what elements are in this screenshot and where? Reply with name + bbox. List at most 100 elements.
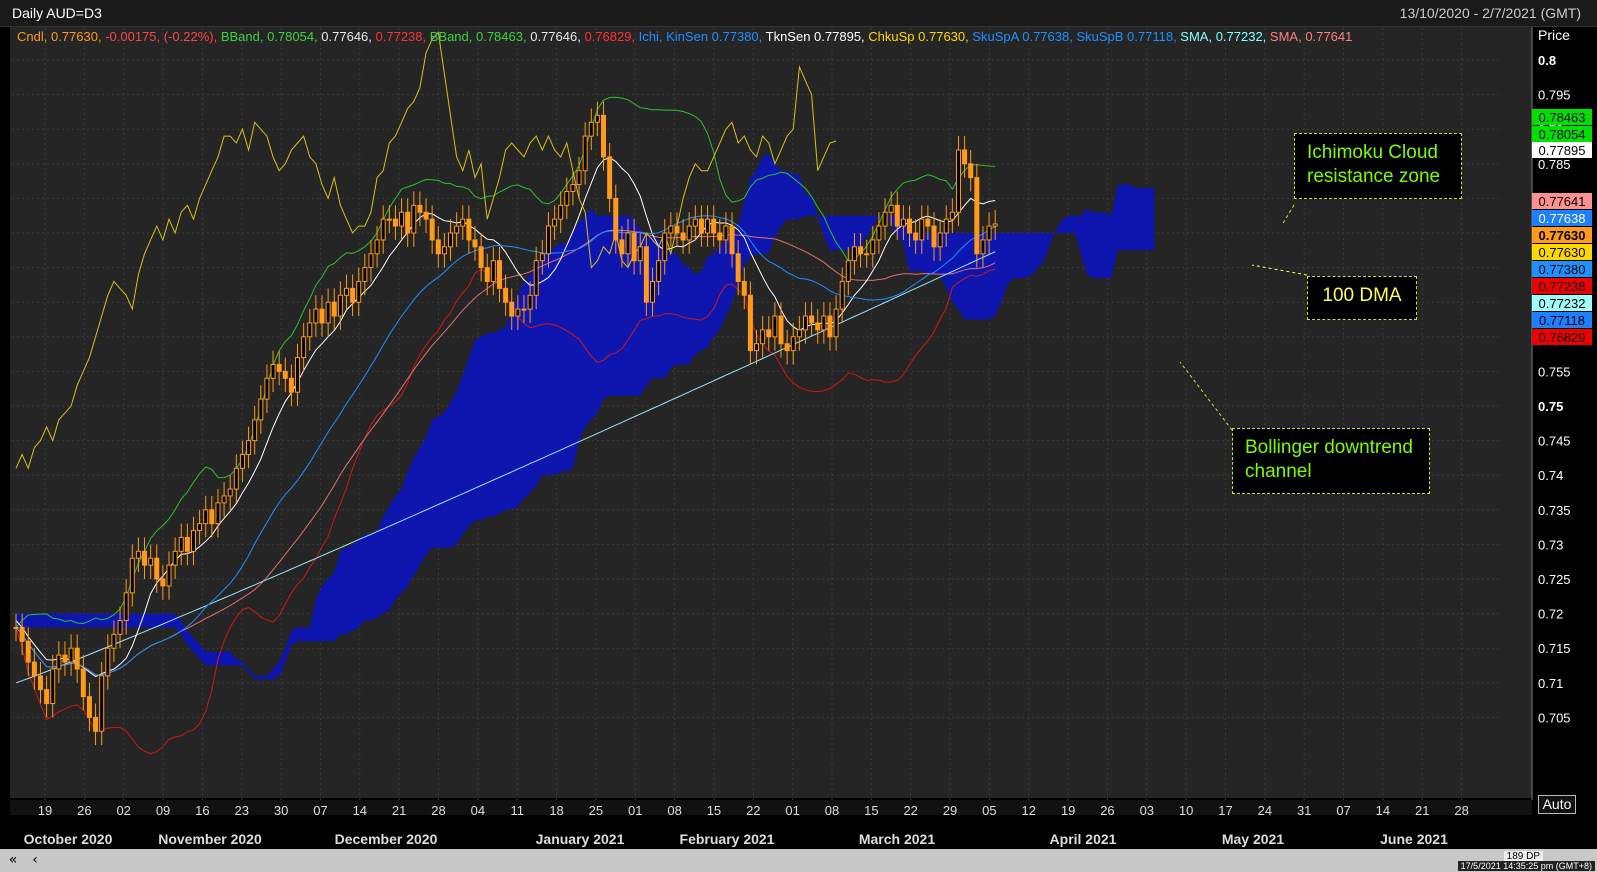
date-tick-label: 11: [510, 803, 524, 818]
legend-entry: TknSen 0.77895,: [766, 29, 869, 44]
candle-body: [276, 363, 282, 372]
candle-body: [741, 280, 747, 296]
candle-body: [937, 232, 943, 248]
candle-body: [441, 246, 447, 255]
candle-body: [802, 315, 808, 331]
price-tick-label: 0.745: [1538, 434, 1571, 449]
date-tick-label: 23: [235, 803, 249, 818]
price-tick-label: 0.705: [1538, 710, 1571, 725]
month-label: June 2021: [1380, 831, 1448, 847]
candle-body: [252, 419, 258, 442]
price-tick-label: 0.72: [1538, 607, 1563, 622]
candle-body: [490, 260, 496, 282]
price-tag-label: 0.77641: [1539, 194, 1586, 209]
candle-body: [37, 675, 43, 691]
date-tick-label: 21: [1415, 803, 1429, 818]
date-tick-label: 28: [431, 803, 445, 818]
dma-annotation: 100 DMA: [1307, 276, 1417, 320]
month-label: January 2021: [536, 831, 625, 847]
candle-body: [50, 668, 56, 705]
candle-body: [264, 377, 270, 400]
candle-body: [527, 294, 533, 310]
candle-body: [717, 232, 723, 241]
legend-entry: SkuSpB 0.77118,: [1076, 29, 1180, 44]
candle-body: [625, 232, 631, 255]
date-tick-label: 24: [1258, 803, 1272, 818]
price-tag-label: 0.77638: [1539, 211, 1586, 226]
date-tick-label: 03: [1140, 803, 1154, 818]
candle-body: [448, 232, 454, 248]
candle-body: [845, 260, 851, 282]
candle-body: [662, 232, 668, 262]
candle-body: [129, 557, 135, 594]
date-tick-label: 08: [825, 803, 839, 818]
candle-body: [350, 287, 356, 303]
date-tick-label: 25: [589, 803, 603, 818]
candle-body: [564, 190, 570, 206]
candle-body: [619, 239, 625, 255]
candle-body: [588, 121, 594, 137]
indicator-legend: Cndl, 0.77630, -0.00175, (-0.22%), BBand…: [17, 29, 1352, 44]
price-tick-label: 0.755: [1538, 364, 1571, 379]
candle-body: [754, 343, 760, 352]
price-tick-label: 0.725: [1538, 572, 1571, 587]
candle-body: [472, 239, 478, 248]
timestamp: 17/5/2021 14:35:25 pm (GMT+8): [1457, 861, 1595, 871]
candle-body: [974, 177, 980, 255]
candle-body: [747, 294, 753, 352]
candle-body: [411, 204, 417, 234]
candle-body: [392, 218, 398, 227]
candle-body: [943, 218, 949, 234]
chart-title: Daily AUD=D3: [12, 5, 102, 21]
date-tick-label: 17: [1218, 803, 1232, 818]
candle-body: [766, 329, 772, 338]
date-tick-label: 01: [785, 803, 799, 818]
candle-body: [362, 267, 368, 282]
candle-body: [919, 218, 925, 241]
candle-body: [509, 301, 515, 317]
candle-body: [343, 287, 349, 296]
candle-body: [111, 633, 117, 649]
candle-body: [576, 170, 582, 186]
price-tick-label: 0.715: [1538, 641, 1571, 656]
legend-entry: SMA, 0.77232,: [1180, 29, 1270, 44]
scroll-prev-icon[interactable]: ‹: [26, 851, 44, 869]
candle-body: [833, 308, 839, 338]
month-label: March 2021: [859, 831, 935, 847]
candle-body: [680, 232, 686, 241]
legend-entry: 0.77646,: [530, 29, 584, 44]
scroll-first-icon[interactable]: «: [4, 851, 22, 869]
candle-body: [601, 114, 607, 158]
candle-body: [968, 163, 974, 179]
date-tick-label: 21: [392, 803, 406, 818]
candle-body: [429, 218, 435, 241]
candle-body: [454, 225, 460, 234]
auto-scale-button[interactable]: Auto: [1538, 795, 1576, 814]
price-axis-title: Price: [1538, 27, 1570, 43]
date-tick-label: 18: [549, 803, 563, 818]
legend-entry: -0.00175, (-0.22%),: [105, 29, 221, 44]
date-tick-label: 07: [1336, 803, 1350, 818]
candle-body: [723, 225, 729, 241]
candle-body: [209, 509, 215, 525]
candle-body: [319, 308, 325, 324]
candle-body: [172, 550, 178, 566]
candle-body: [331, 301, 337, 317]
date-tick-label: 22: [903, 803, 917, 818]
candle-body: [558, 204, 564, 220]
candle-body: [913, 232, 919, 241]
month-label: May 2021: [1222, 831, 1284, 847]
candle-body: [686, 225, 692, 241]
legend-entry: ChkuSp 0.77630,: [868, 29, 972, 44]
candle-body: [784, 343, 790, 352]
candle-body: [552, 218, 558, 227]
legend-entry: KinSen 0.77380,: [666, 29, 766, 44]
candle-body: [405, 211, 411, 234]
candle-body: [142, 550, 148, 566]
candle-body: [184, 536, 190, 552]
legend-entry: 0.77238,: [376, 29, 430, 44]
candle-body: [545, 225, 551, 255]
price-tick-label: 0.74: [1538, 468, 1563, 483]
candle-body: [258, 398, 264, 421]
month-label: October 2020: [24, 831, 113, 847]
